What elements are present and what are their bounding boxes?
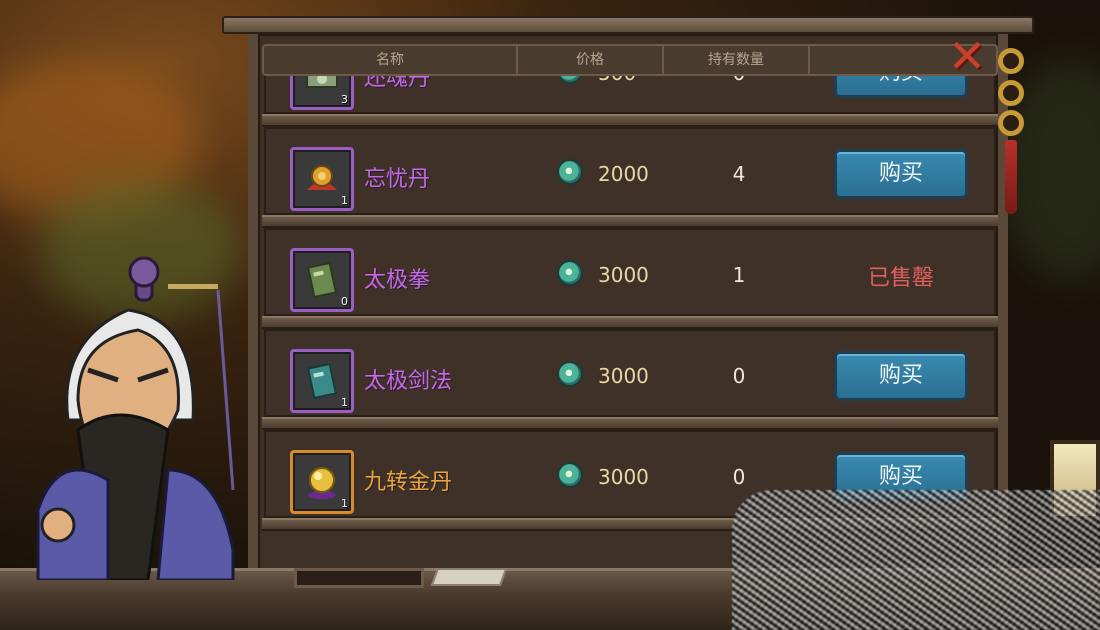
red-tassel-decoration [1005,140,1017,214]
teal-book-icon[interactable]: 1 [290,349,354,413]
shop-table-header: 名称 价格 持有数量 [262,44,998,76]
hanging-coin-icon [998,110,1024,136]
item-stack-count: 1 [341,194,348,207]
buy-button[interactable]: 购买 [834,149,968,199]
item-owned-quantity: 0 [732,465,746,489]
shop-item-row: 1 忘忧丹 2000 4 购买 [262,127,998,228]
shelf-plank [262,417,998,430]
green-book-icon[interactable]: 0 [290,248,354,312]
shelf-plank [262,316,998,329]
shelf-top-beam [222,16,1034,34]
shop-item-list[interactable]: 3 还魂丹 500 0 购买 1 忘忧丹 2000 4 购买 [262,76,998,560]
shopkeeper-portrait [36,256,235,580]
shelf-plank [262,215,998,228]
item-name: 九转金丹 [364,470,453,495]
paper-sheet-icon [430,568,508,586]
header-name: 名称 [264,46,518,74]
item-owned-quantity: 1 [732,263,746,287]
item-name: 还魂丹 [364,76,431,91]
item-name: 太极剑法 [364,369,453,394]
jade-coin-icon [557,462,583,488]
item-owned-quantity: 4 [732,162,746,186]
item-name: 太极拳 [364,268,431,293]
gold-pill-icon[interactable]: 1 [290,147,354,211]
header-quantity: 持有数量 [664,46,810,74]
item-price: 3000 [598,465,649,489]
jade-coin-icon [557,76,583,84]
item-price: 500 [598,76,636,85]
item-owned-quantity: 0 [714,76,764,85]
shop-item-row: 3 还魂丹 500 0 购买 [262,76,998,127]
sold-out-label: 已售罄 [867,266,934,291]
jade-coin-icon [557,159,583,185]
golden-orb-icon[interactable]: 1 [290,450,354,514]
buy-button[interactable]: 购买 [834,76,968,98]
item-price: 2000 [598,162,649,186]
header-price: 价格 [518,46,664,74]
shelf-plank [262,114,998,127]
jade-coin-icon [557,260,583,286]
jade-coin-icon [557,361,583,387]
abacus-icon [294,568,424,588]
item-stack-count: 1 [341,396,348,409]
item-stack-count: 3 [341,93,348,106]
shop-item-row: 1 太极剑法 3000 0 购买 [262,329,998,430]
shop-item-row: 0 太极拳 3000 1 已售罄 [262,228,998,329]
money-bundle-icon[interactable]: 3 [290,76,354,110]
item-name: 忘忧丹 [364,167,431,192]
obscured-region [732,490,1100,630]
item-stack-count: 1 [341,497,348,510]
item-owned-quantity: 0 [732,364,746,388]
item-stack-count: 0 [341,295,348,308]
hanging-coin-icon [998,80,1024,106]
item-price: 3000 [598,364,649,388]
hanging-coin-icon [998,48,1024,74]
buy-button[interactable]: 购买 [834,351,968,401]
item-price: 3000 [598,263,649,287]
close-icon[interactable]: ✕ [945,33,989,80]
